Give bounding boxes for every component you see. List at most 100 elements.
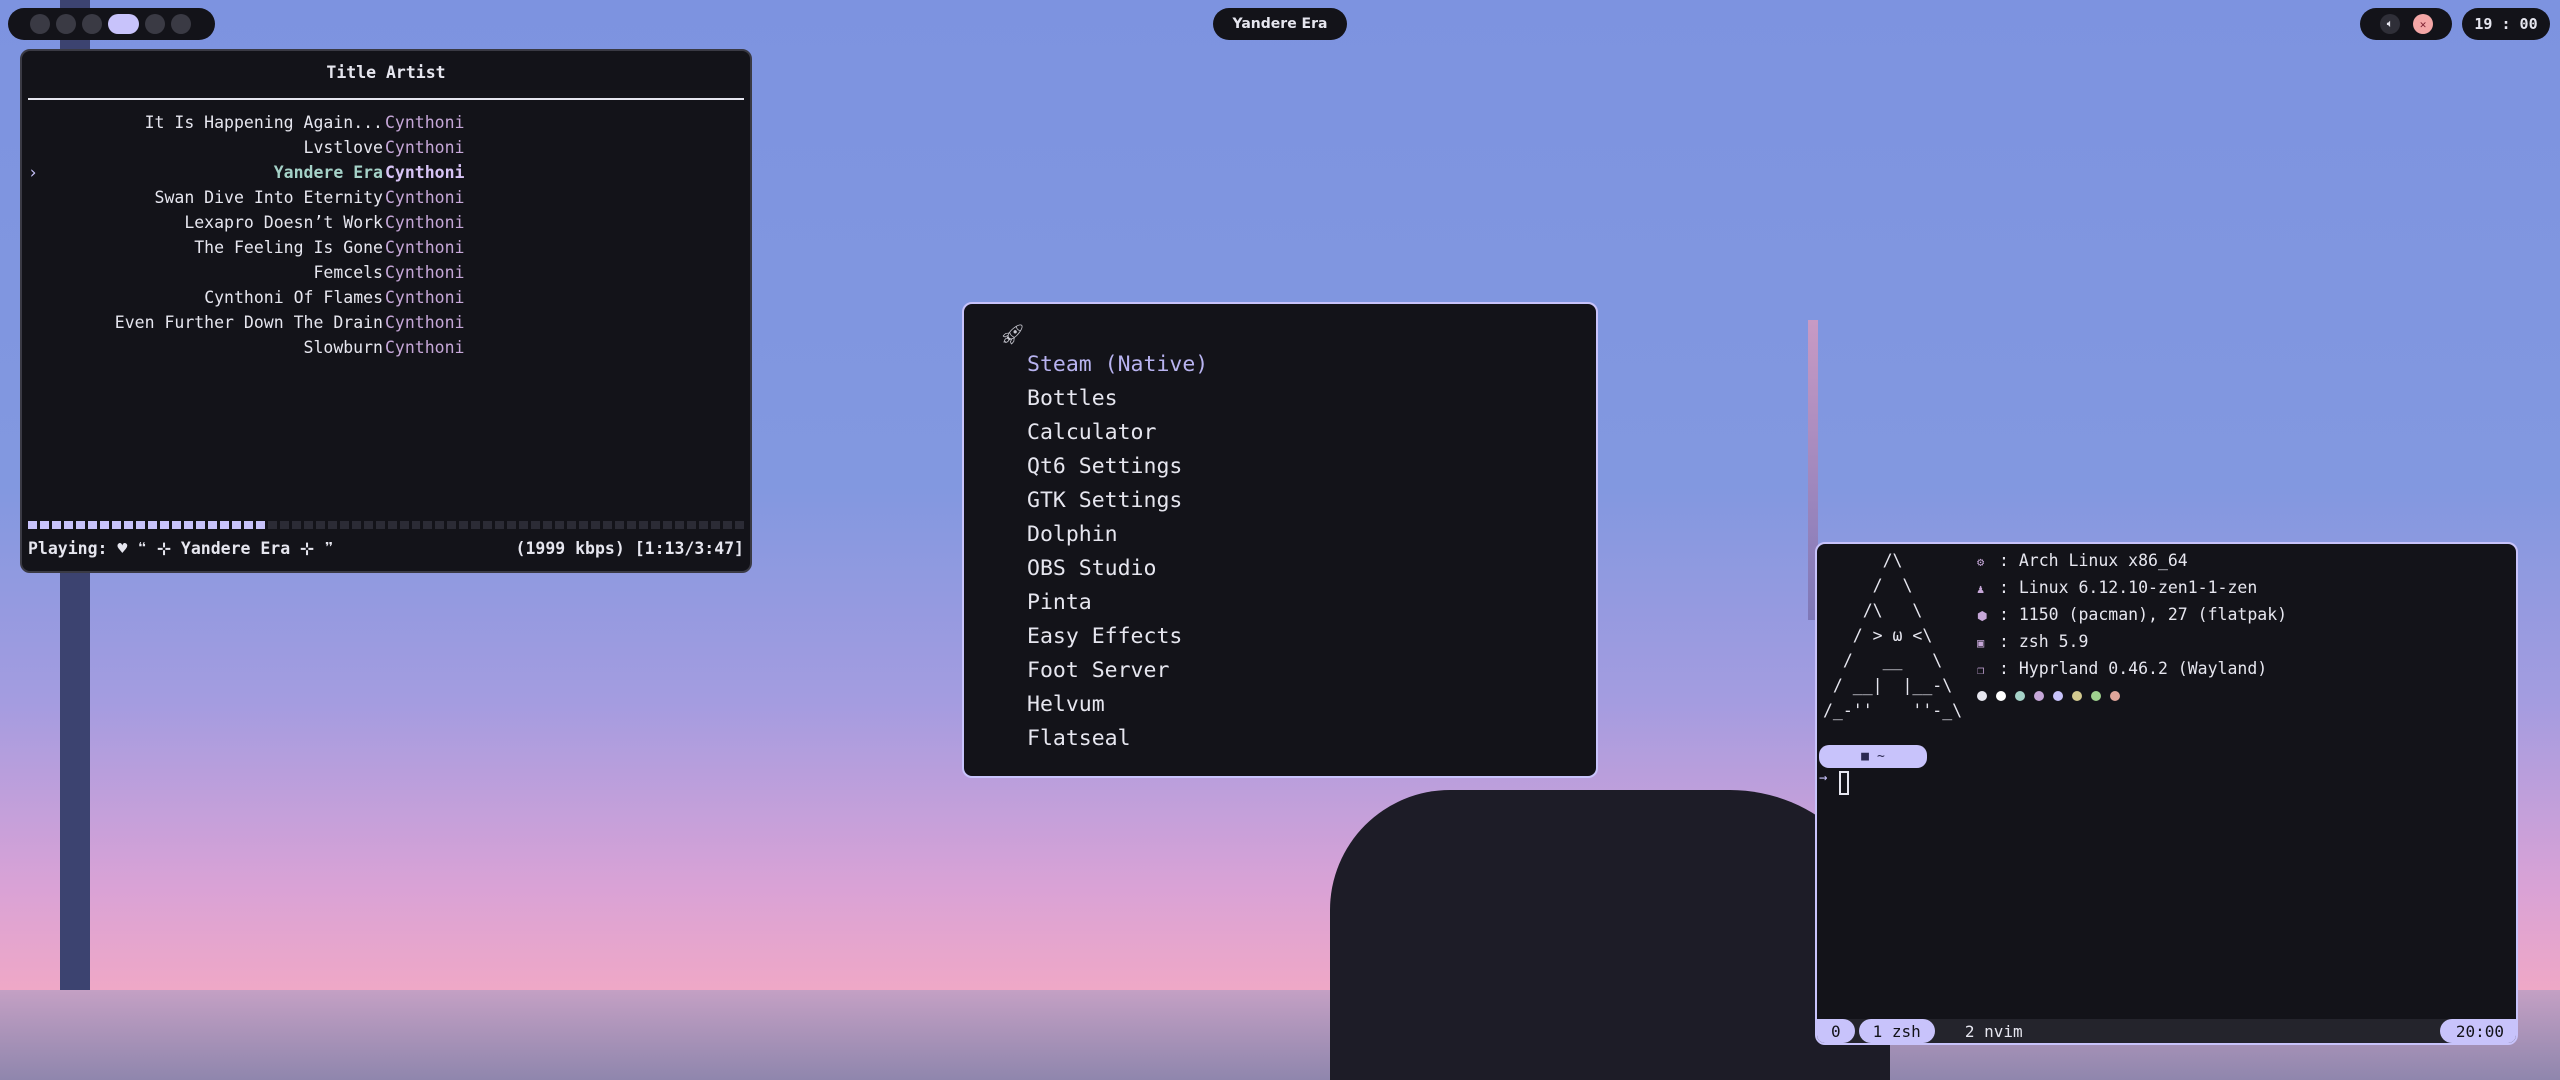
- arch-ascii-logo: /\ / \ /\ \ / > ω <\ / __ \ / __| |__-\ …: [1823, 551, 1963, 720]
- workspace-1[interactable]: [30, 14, 50, 34]
- wallpaper-car: [1330, 790, 1890, 1080]
- progress-segment: [183, 521, 193, 529]
- progress-segment: [243, 521, 253, 529]
- tmux-time: 20:00: [2439, 1019, 2516, 1043]
- prompt-segment: ■ ~: [1819, 745, 1927, 768]
- progress-segment: [531, 521, 541, 529]
- track-title: Lexapro Doesn’t Work: [184, 213, 383, 232]
- progress-segment: [279, 521, 289, 529]
- progress-segment: [315, 521, 325, 529]
- launcher-item[interactable]: Pinta: [1027, 590, 1092, 624]
- progress-segment: [195, 521, 205, 529]
- progress-segment: [387, 521, 397, 529]
- workspace-2[interactable]: [56, 14, 76, 34]
- divider: [28, 98, 744, 100]
- mic-muted-icon[interactable]: ✕: [2413, 14, 2433, 34]
- launcher-item[interactable]: Qt6 Settings: [1027, 454, 1182, 488]
- shell-icon: ▣: [1977, 636, 1985, 650]
- track-artist: Cynthoni: [385, 213, 465, 232]
- progress-segment: [603, 521, 613, 529]
- progress-segment: [28, 521, 37, 529]
- now-playing-footer: Playing: ♥ ❝ ⊹ Yandere Era ⊹ ❞ (1999 kbp…: [28, 539, 744, 558]
- track-row[interactable]: Femcels Cynthoni: [22, 263, 750, 288]
- launcher-item[interactable]: Helvum: [1027, 692, 1105, 726]
- progress-segment: [471, 521, 481, 529]
- track-artist: Cynthoni: [385, 163, 465, 182]
- track-row[interactable]: It Is Happening Again... Cynthoni: [22, 113, 750, 138]
- progress-segment: [615, 521, 625, 529]
- launcher-item[interactable]: Dolphin: [1027, 522, 1118, 556]
- workspace-3[interactable]: [82, 14, 102, 34]
- track-title: Femcels: [313, 263, 383, 282]
- launcher-item[interactable]: Calculator: [1027, 420, 1156, 454]
- playlist-header: Title Artist: [326, 63, 446, 82]
- progress-segment: [579, 521, 589, 529]
- progress-segment: [75, 521, 85, 529]
- info-text: : Hyprland 0.46.2 (Wayland): [1999, 659, 2268, 678]
- progress-segment: [87, 521, 97, 529]
- progress-segment: [135, 521, 145, 529]
- progress-segment: [327, 521, 337, 529]
- track-row[interactable]: Lexapro Doesn’t Work Cynthoni: [22, 213, 750, 238]
- track-row[interactable]: › Yandere Era Cynthoni: [22, 163, 750, 188]
- track-title: Lvstlove: [303, 138, 383, 157]
- launcher-item[interactable]: GTK Settings: [1027, 488, 1182, 522]
- launcher-item[interactable]: Flatseal: [1027, 726, 1131, 760]
- launcher-item[interactable]: Steam (Native): [1027, 352, 1208, 386]
- app-launcher: 🚀︎ Steam (Native) Bottles Calculator Qt6 Se…: [962, 302, 1598, 778]
- track-row[interactable]: Lvstlove Cynthoni: [22, 138, 750, 163]
- progress-segment: [63, 521, 73, 529]
- track-title: Yandere Era: [273, 163, 383, 182]
- now-playing-text: Playing: ♥ ❝ ⊹ Yandere Era ⊹ ❞: [28, 539, 334, 558]
- launcher-item[interactable]: Bottles: [1027, 386, 1118, 420]
- progress-segment: [111, 521, 121, 529]
- progress-segment: [291, 521, 301, 529]
- progress-segment: [627, 521, 637, 529]
- progress-segment: [495, 521, 505, 529]
- track-row[interactable]: Slowburn Cynthoni: [22, 338, 750, 363]
- audio-controls: 🔈︎ ✕: [2360, 8, 2452, 40]
- track-title: Cynthoni Of Flames: [204, 288, 383, 307]
- track-title: Slowburn: [303, 338, 383, 357]
- info-text: : Arch Linux x86_64: [1999, 551, 2188, 570]
- workspace-5[interactable]: [145, 14, 165, 34]
- track-artist: Cynthoni: [385, 138, 465, 157]
- launcher-item[interactable]: Foot Server: [1027, 658, 1169, 692]
- rocket-icon: 🚀︎: [1000, 322, 1026, 346]
- speaker-icon[interactable]: 🔈︎: [2380, 14, 2400, 34]
- selection-indicator: ›: [28, 163, 38, 182]
- workspace-switcher: [8, 8, 215, 40]
- progress-segment: [171, 521, 181, 529]
- tmux-session: 0: [1817, 1019, 1855, 1043]
- tmux-window-1[interactable]: 1 zsh: [1858, 1019, 1935, 1043]
- info-text: : Linux 6.12.10-zen1-1-zen: [1999, 578, 2258, 597]
- progress-segment: [567, 521, 577, 529]
- workspace-4[interactable]: [108, 14, 139, 34]
- info-text: : 1150 (pacman), 27 (flatpak): [1999, 605, 2288, 624]
- music-player-window: Title Artist It Is Happening Again... Cyn…: [20, 49, 752, 573]
- track-artist: Cynthoni: [385, 238, 465, 257]
- tmux-window-2[interactable]: 2 nvim: [1935, 1022, 2023, 1041]
- color-palette: [1977, 691, 2287, 701]
- track-row[interactable]: Cynthoni Of Flames Cynthoni: [22, 288, 750, 313]
- progress-segment: [39, 521, 49, 529]
- active-window-title: Yandere Era: [1213, 8, 1347, 40]
- track-row[interactable]: The Feeling Is Gone Cynthoni: [22, 238, 750, 263]
- track-row[interactable]: Even Further Down The Drain Cynthoni: [22, 313, 750, 338]
- terminal-window[interactable]: /\ / \ /\ \ / > ω <\ / __ \ / __| |__-\ …: [1815, 542, 2518, 1045]
- launcher-item[interactable]: Easy Effects: [1027, 624, 1182, 658]
- progress-segment: [231, 521, 241, 529]
- launcher-item[interactable]: OBS Studio: [1027, 556, 1156, 590]
- system-info: ⚙: Arch Linux x86_64 ♟: Linux 6.12.10-zen…: [1977, 548, 2287, 701]
- palette-swatch: [2034, 691, 2044, 701]
- playback-progress-bar[interactable]: [28, 521, 745, 529]
- info-line: ⬢: 1150 (pacman), 27 (flatpak): [1977, 602, 2287, 629]
- workspace-6[interactable]: [171, 14, 191, 34]
- bitrate-time: (1999 kbps) [1:13/3:47]: [515, 539, 744, 558]
- track-row[interactable]: Swan Dive Into Eternity Cynthoni: [22, 188, 750, 213]
- track-artist: Cynthoni: [385, 188, 465, 207]
- progress-segment: [519, 521, 529, 529]
- palette-swatch: [2015, 691, 2025, 701]
- terminal-cursor: [1839, 771, 1849, 795]
- progress-segment: [543, 521, 553, 529]
